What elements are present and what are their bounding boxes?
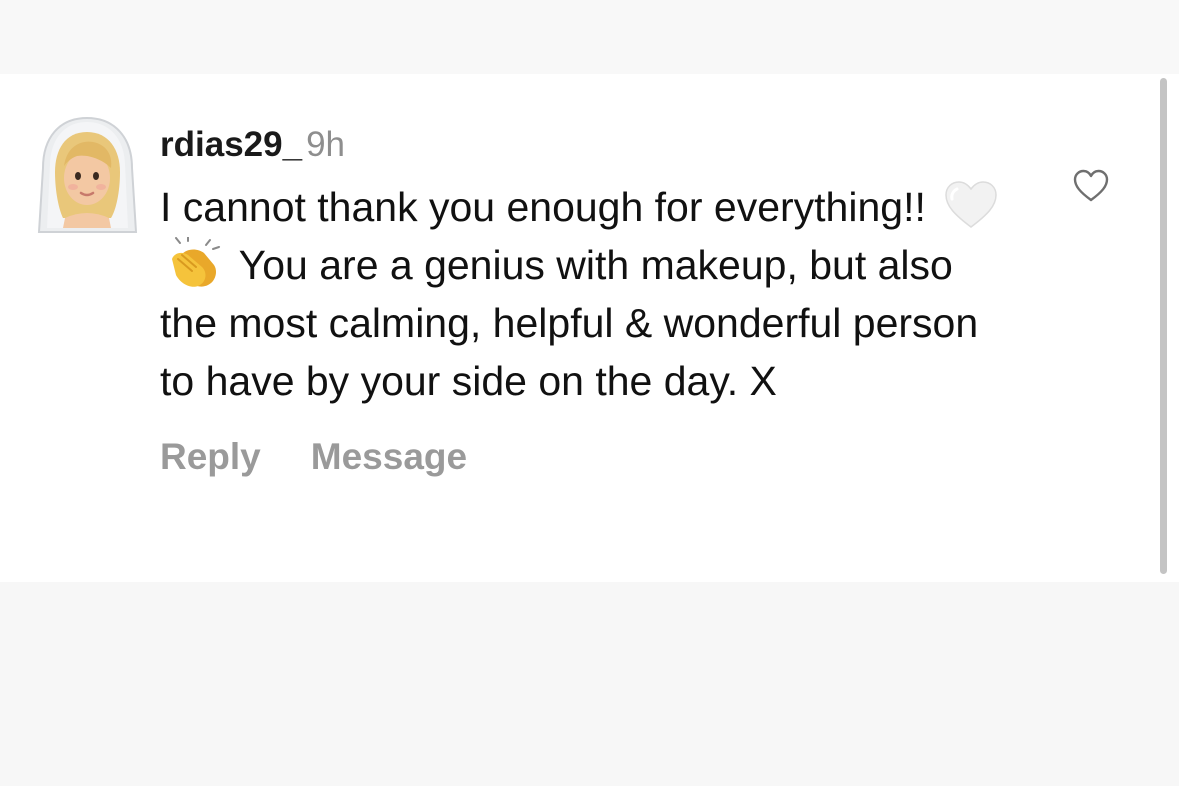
comment-timestamp: 9h [306, 125, 345, 164]
comment-meta: rdias29_ 9h [160, 124, 1040, 166]
comment-text-part1: I cannot thank you enough for everything… [160, 184, 926, 230]
comment-body: rdias29_ 9h I cannot thank you enough for… [160, 124, 1040, 478]
reply-button[interactable]: Reply [160, 436, 261, 477]
clapping-hands-icon [172, 237, 220, 287]
comment-card: rdias29_ 9h I cannot thank you enough for… [0, 74, 1179, 582]
username-link[interactable]: rdias29_ [160, 125, 302, 164]
white-heart-icon [945, 181, 998, 228]
comment-screen: rdias29_ 9h I cannot thank you enough for… [0, 0, 1179, 786]
avatar[interactable] [37, 116, 138, 236]
comment-actions: Reply Message [160, 436, 1040, 478]
heart-outline-icon[interactable] [1072, 168, 1110, 204]
scrollbar[interactable] [1160, 78, 1167, 574]
top-spacer [0, 0, 1179, 74]
comment-text-part2: You are a genius with makeup, but also t… [160, 242, 979, 404]
bottom-spacer [0, 582, 1179, 786]
message-button[interactable]: Message [311, 436, 467, 477]
comment-text: I cannot thank you enough for everything… [160, 178, 1020, 410]
